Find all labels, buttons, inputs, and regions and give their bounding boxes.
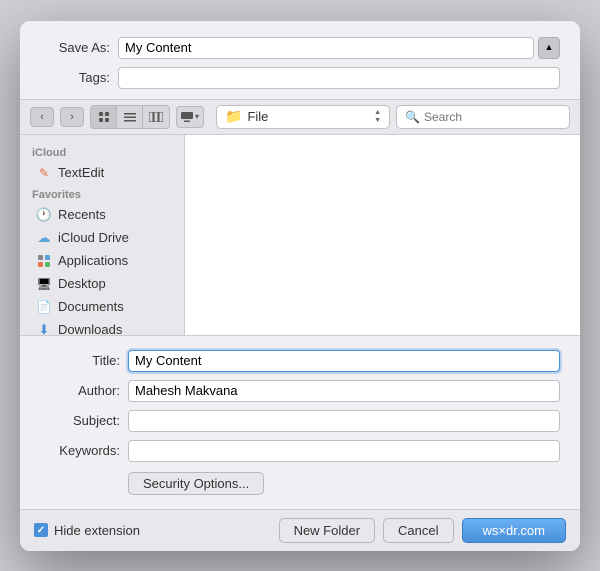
folder-icon: 📁: [225, 108, 242, 125]
list-icon: [124, 112, 136, 122]
title-input[interactable]: [128, 350, 560, 372]
search-box[interactable]: 🔍: [396, 105, 570, 129]
favorites-section-label: Favorites: [20, 185, 184, 203]
search-input[interactable]: [424, 110, 561, 124]
documents-icon: 📄: [36, 299, 52, 315]
search-icon: 🔍: [405, 110, 420, 124]
author-input[interactable]: [128, 380, 560, 402]
icloud-section-label: iCloud: [20, 143, 184, 161]
view-buttons: [90, 105, 170, 129]
view-list-button[interactable]: [117, 106, 143, 128]
main-area: iCloud ✎ TextEdit Favorites 🕐 Recents ☁ …: [20, 135, 580, 335]
forward-button[interactable]: ›: [60, 107, 84, 127]
content-area: [185, 135, 580, 335]
sidebar-item-downloads[interactable]: ⬇ Downloads: [24, 319, 180, 335]
sidebar-item-icloud-drive[interactable]: ☁ iCloud Drive: [24, 227, 180, 249]
location-selector[interactable]: 📁 File ▲ ▼: [216, 105, 390, 129]
security-row: Security Options...: [40, 470, 560, 499]
title-label: Title:: [40, 353, 120, 368]
form-section: Title: Author: Subject: Keywords: Securi…: [20, 335, 580, 509]
save-dialog: Save As: ▲ Tags: ‹ ›: [20, 21, 580, 551]
author-row: Author:: [40, 380, 560, 402]
grid-icon: [98, 111, 110, 123]
title-row: Title:: [40, 350, 560, 372]
subject-input[interactable]: [128, 410, 560, 432]
back-button[interactable]: ‹: [30, 107, 54, 127]
sidebar-item-textedit[interactable]: ✎ TextEdit: [24, 162, 180, 184]
view-icon-button[interactable]: [91, 106, 117, 128]
sidebar-item-applications-label: Applications: [58, 253, 128, 268]
bottom-bar: ✓ Hide extension New Folder Cancel ws×dr…: [20, 509, 580, 551]
sidebar-item-downloads-label: Downloads: [58, 322, 122, 335]
bottom-actions: New Folder Cancel ws×dr.com: [279, 518, 566, 543]
top-section: Save As: ▲ Tags:: [20, 21, 580, 99]
tags-input[interactable]: [118, 67, 560, 89]
downloads-icon: ⬇: [36, 322, 52, 335]
save-input-wrapper: ▲: [118, 37, 560, 59]
hide-extension-label: Hide extension: [54, 523, 140, 538]
author-label: Author:: [40, 383, 120, 398]
view-columns-button[interactable]: [143, 106, 169, 128]
sidebar-item-textedit-label: TextEdit: [58, 165, 104, 180]
sidebar-item-recents-label: Recents: [58, 207, 106, 222]
hide-extension-group: ✓ Hide extension: [34, 523, 279, 538]
toolbar: ‹ ›: [20, 99, 580, 135]
save-button[interactable]: ws×dr.com: [462, 518, 567, 543]
location-up-icon: ▲: [374, 109, 381, 116]
sidebar: iCloud ✎ TextEdit Favorites 🕐 Recents ☁ …: [20, 135, 185, 335]
sidebar-item-documents[interactable]: 📄 Documents: [24, 296, 180, 318]
columns-icon: [149, 112, 163, 122]
tags-row: Tags:: [40, 67, 560, 89]
gallery-arrow-icon: ▾: [195, 112, 199, 121]
sidebar-item-desktop-label: Desktop: [58, 276, 106, 291]
keywords-row: Keywords:: [40, 440, 560, 462]
keywords-label: Keywords:: [40, 443, 120, 458]
checkmark-icon: ✓: [37, 525, 45, 536]
textedit-icon: ✎: [36, 165, 52, 181]
applications-icon: [36, 253, 52, 269]
save-as-chevron-button[interactable]: ▲: [538, 37, 560, 59]
sidebar-item-recents[interactable]: 🕐 Recents: [24, 204, 180, 226]
sidebar-item-icloud-drive-label: iCloud Drive: [58, 230, 129, 245]
tags-label: Tags:: [40, 70, 110, 85]
save-as-row: Save As: ▲: [40, 37, 560, 59]
gallery-icon: [181, 112, 193, 122]
keywords-input[interactable]: [128, 440, 560, 462]
sidebar-item-applications[interactable]: Applications: [24, 250, 180, 272]
cancel-button[interactable]: Cancel: [383, 518, 453, 543]
save-as-input[interactable]: [118, 37, 534, 59]
location-label: File: [247, 109, 369, 124]
chevron-up-icon: ▲: [545, 43, 554, 52]
save-as-label: Save As:: [40, 40, 110, 55]
desktop-icon: 🖥: [36, 276, 52, 292]
sidebar-item-desktop[interactable]: 🖥 Desktop: [24, 273, 180, 295]
location-arrows: ▲ ▼: [374, 109, 381, 124]
new-folder-button[interactable]: New Folder: [279, 518, 375, 543]
subject-row: Subject:: [40, 410, 560, 432]
view-gallery-button[interactable]: ▾: [176, 106, 204, 128]
sidebar-item-documents-label: Documents: [58, 299, 124, 314]
icloud-drive-icon: ☁: [36, 230, 52, 246]
subject-label: Subject:: [40, 413, 120, 428]
location-down-icon: ▼: [374, 117, 381, 124]
security-options-button[interactable]: Security Options...: [128, 472, 264, 495]
recents-icon: 🕐: [36, 207, 52, 223]
hide-extension-checkbox[interactable]: ✓: [34, 523, 48, 537]
